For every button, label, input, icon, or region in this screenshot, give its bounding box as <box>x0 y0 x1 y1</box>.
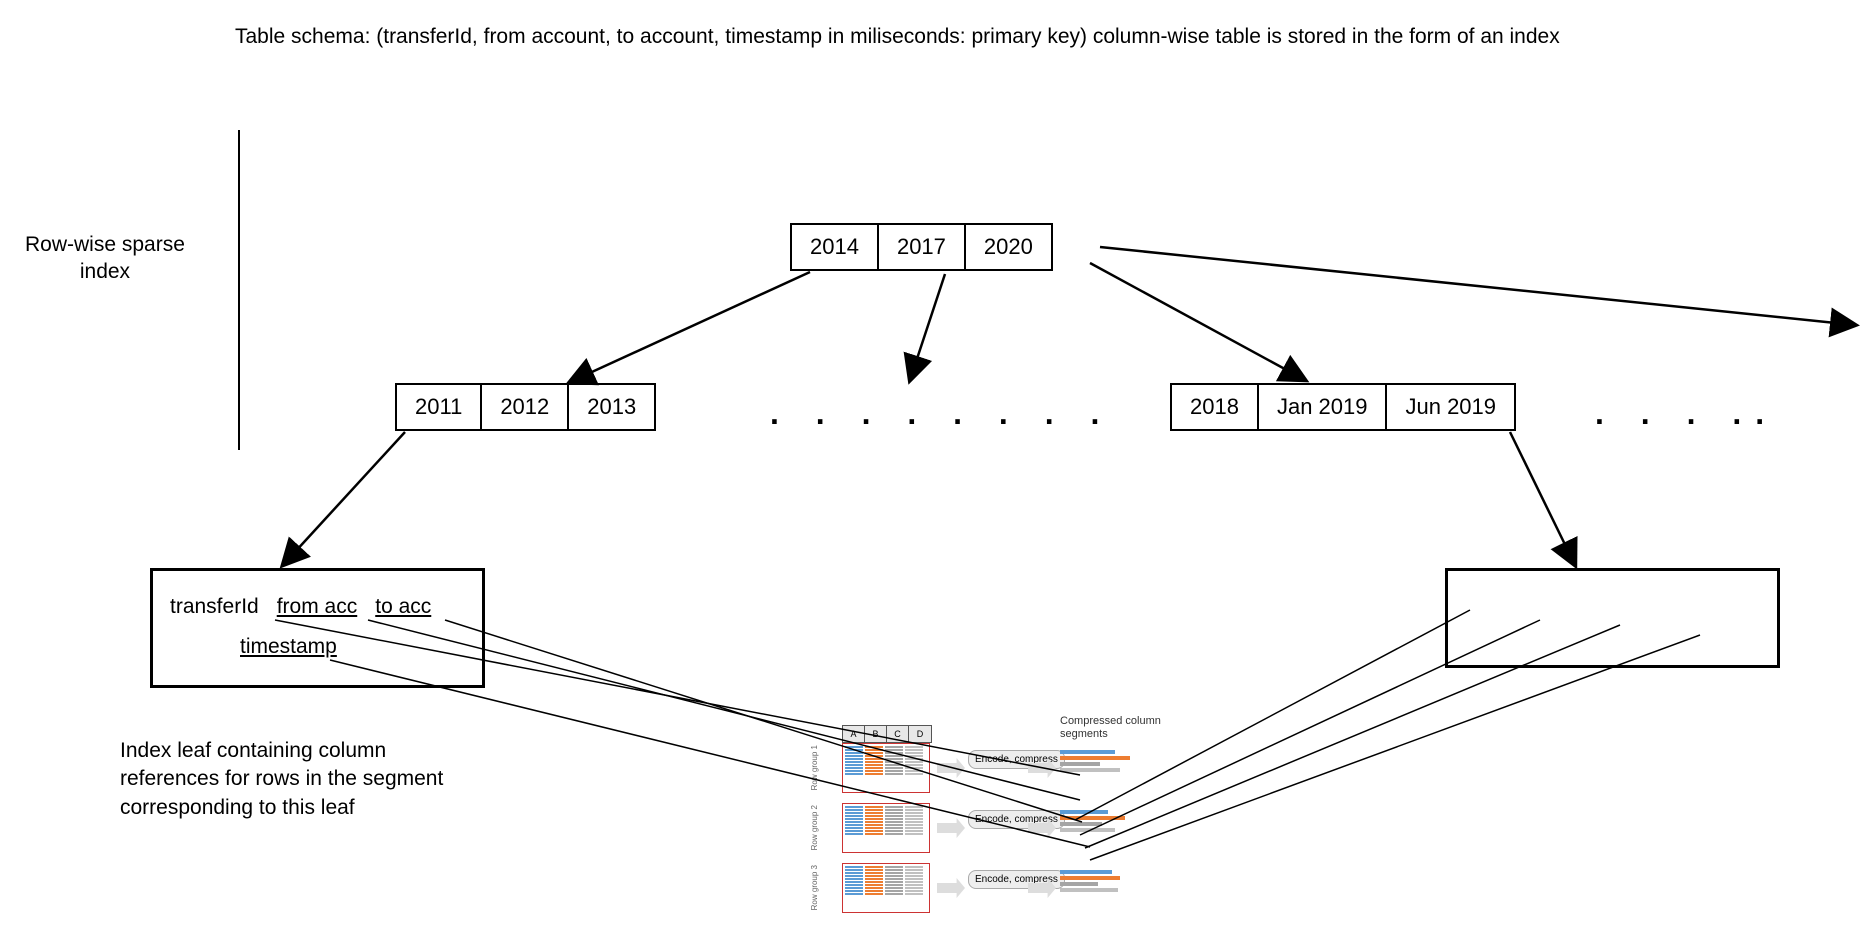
seg-bars-2 <box>1060 810 1125 832</box>
leaf-left-row1: transferId from acc to acc <box>170 590 431 624</box>
col-headers: A B C D <box>842 725 932 743</box>
leaf-col-timestamp: timestamp <box>240 635 337 658</box>
side-label: Row-wise sparse index <box>25 231 185 286</box>
l1-left-2011: 2011 <box>395 383 480 431</box>
grid-block-2 <box>842 803 930 853</box>
col-header-A: A <box>843 726 865 742</box>
col-header-D: D <box>909 726 931 742</box>
compressed-segments-label: Compressed column segments <box>1060 715 1170 741</box>
arrow-2 <box>937 818 965 838</box>
seg-bars-1 <box>1060 750 1130 772</box>
grid-block-1 <box>842 743 930 793</box>
seg-bars-3 <box>1060 870 1120 892</box>
arrow-1 <box>937 758 965 778</box>
root-cell-2020: 2020 <box>964 223 1053 271</box>
leaf-col-transferid: transferId <box>170 590 259 624</box>
col-header-B: B <box>865 726 887 742</box>
rowgroup-2-label: Row group 2 <box>810 805 819 850</box>
rowgroup-1-label: Row group 1 <box>810 745 819 790</box>
level1-left-node: 2011 2012 2013 <box>395 383 656 431</box>
ellipsis-right: . . . .. <box>1595 395 1778 432</box>
side-label-line1: Row-wise sparse <box>25 233 185 256</box>
leaf-caption-l3: corresponding to this leaf <box>120 796 355 819</box>
leaf-caption: Index leaf containing column references … <box>120 737 443 822</box>
leaf-right-box <box>1445 568 1780 668</box>
leaf-left-columns: transferId from acc to acc timestamp <box>170 590 431 663</box>
vertical-divider <box>238 130 240 450</box>
l1-left-2013: 2013 <box>567 383 656 431</box>
leaf-left-row2: timestamp <box>240 630 431 664</box>
leaf-caption-l2: references for rows in the segment <box>120 767 443 790</box>
rowgroup-3-label: Row group 3 <box>810 865 819 910</box>
schema-title: Table schema: (transferId, from account,… <box>235 25 1560 49</box>
column-segments-diagram: A B C D Row group 1 Row group 2 Row grou… <box>810 725 1170 935</box>
grid-block-3 <box>842 863 930 913</box>
col-header-C: C <box>887 726 909 742</box>
l1-right-jan2019: Jan 2019 <box>1257 383 1386 431</box>
side-label-line2: index <box>80 260 130 283</box>
arrow-3 <box>937 878 965 898</box>
l1-right-2018: 2018 <box>1170 383 1257 431</box>
ellipsis-middle: . . . . . . . . <box>770 395 1113 432</box>
root-cell-2014: 2014 <box>790 223 877 271</box>
leaf-caption-l1: Index leaf containing column <box>120 739 386 762</box>
leaf-col-toacc: to acc <box>375 590 431 624</box>
l1-right-jun2019: Jun 2019 <box>1385 383 1516 431</box>
l1-left-2012: 2012 <box>480 383 567 431</box>
level1-right-node: 2018 Jan 2019 Jun 2019 <box>1170 383 1516 431</box>
leaf-col-fromacc: from acc <box>277 590 358 624</box>
root-node: 2014 2017 2020 <box>790 223 1053 271</box>
root-cell-2017: 2017 <box>877 223 964 271</box>
